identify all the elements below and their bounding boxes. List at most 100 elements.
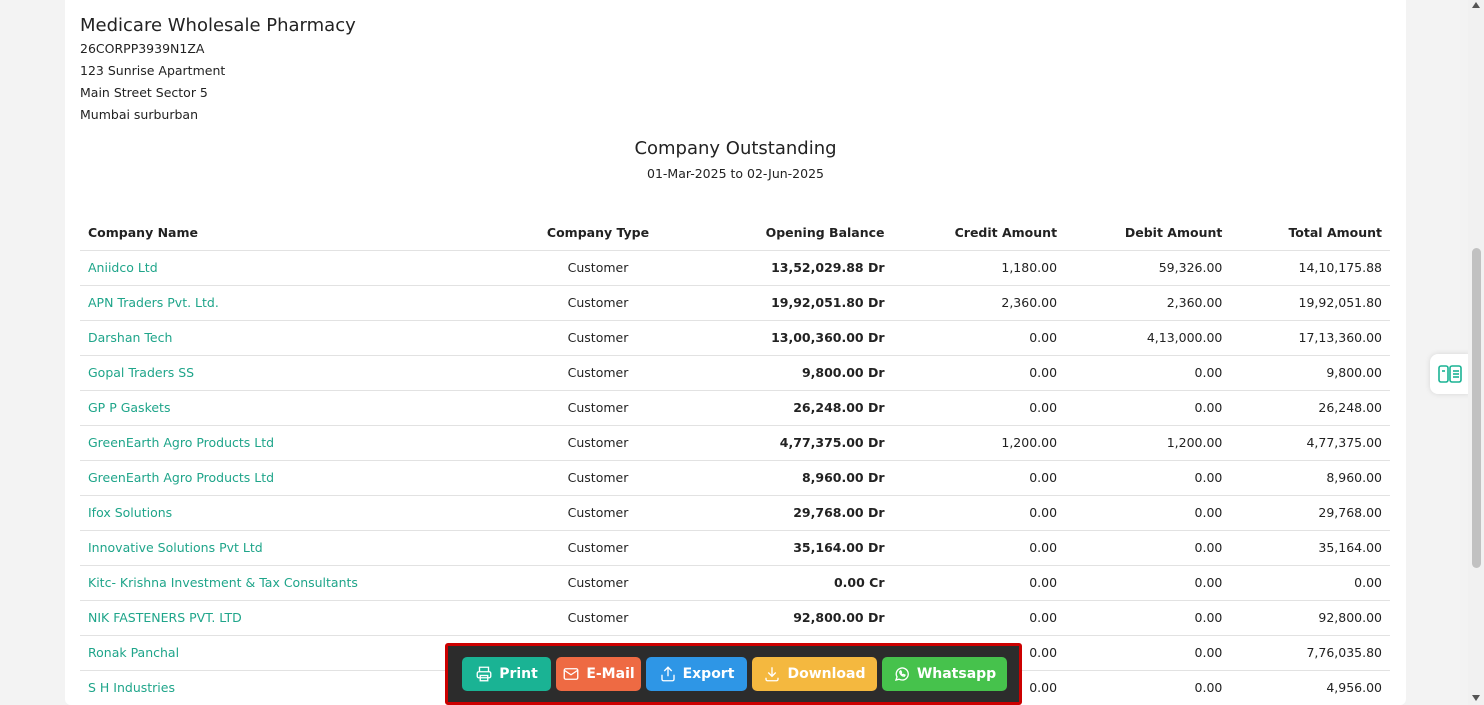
total-amount-cell: 8,960.00 [1230, 460, 1390, 496]
whatsapp-button[interactable]: Whatsapp [882, 657, 1007, 691]
company-name-link[interactable]: Ronak Panchal [88, 645, 179, 660]
company-name-link[interactable]: Gopal Traders SS [88, 365, 194, 380]
company-type-cell: Customer [500, 495, 696, 531]
company-type-cell: Customer [500, 250, 696, 286]
opening-balance-cell: 13,00,360.00 Dr [696, 320, 893, 356]
header-opening-balance: Opening Balance [696, 215, 893, 251]
report-date-range: 01-Mar-2025 to 02-Jun-2025 [647, 166, 824, 181]
total-amount-cell: 29,768.00 [1230, 495, 1390, 531]
page-scrollbar[interactable] [1468, 0, 1484, 705]
table-row: GreenEarth Agro Products Ltd Customer 8,96… [80, 460, 1390, 496]
download-button[interactable]: Download [752, 657, 877, 691]
company-name-cell: Gopal Traders SS [80, 355, 500, 391]
company-type-cell: Customer [500, 390, 696, 426]
company-name-cell: Innovative Solutions Pvt Ltd [80, 530, 500, 566]
opening-balance-cell: 19,92,051.80 Dr [696, 285, 893, 321]
credit-amount-cell: 0.00 [892, 355, 1066, 391]
opening-balance-cell: 26,248.00 Dr [696, 390, 893, 426]
company-name-link[interactable]: Innovative Solutions Pvt Ltd [88, 540, 263, 555]
company-type-cell: Customer [500, 320, 696, 356]
company-name-link[interactable]: Kitc- Krishna Investment & Tax Consultan… [88, 575, 358, 590]
debit-amount-cell: 0.00 [1065, 390, 1231, 426]
email-button[interactable]: E-Mail [556, 657, 641, 691]
opening-balance-cell: 4,77,375.00 Dr [696, 425, 893, 461]
company-name-link[interactable]: Darshan Tech [88, 330, 172, 345]
company-name-cell: APN Traders Pvt. Ltd. [80, 285, 500, 321]
company-type-cell: Customer [500, 285, 696, 321]
report-list-icon [1438, 365, 1462, 383]
export-button[interactable]: Export [646, 657, 747, 691]
company-name-link[interactable]: Ifox Solutions [88, 505, 172, 520]
credit-amount-cell: 0.00 [892, 530, 1066, 566]
credit-amount-cell: 0.00 [892, 320, 1066, 356]
table-row: Kitc- Krishna Investment & Tax Consultan… [80, 565, 1390, 601]
debit-amount-cell: 0.00 [1065, 460, 1231, 496]
company-name-link[interactable]: Aniidco Ltd [88, 260, 158, 275]
company-name-link[interactable]: GreenEarth Agro Products Ltd [88, 435, 274, 450]
total-amount-cell: 26,248.00 [1230, 390, 1390, 426]
debit-amount-cell: 4,13,000.00 [1065, 320, 1231, 356]
print-button[interactable]: Print [462, 657, 551, 691]
opening-balance-cell: 92,800.00 Dr [696, 600, 893, 636]
credit-amount-cell: 0.00 [892, 390, 1066, 426]
scroll-up-icon[interactable] [1472, 2, 1480, 8]
total-amount-cell: 19,92,051.80 [1230, 285, 1390, 321]
debit-amount-cell: 59,326.00 [1065, 250, 1231, 286]
header-credit-amount: Credit Amount [892, 215, 1066, 251]
export-label: Export [682, 666, 735, 682]
header-debit-amount: Debit Amount [1065, 215, 1231, 251]
company-address-line3: Mumbai surburban [80, 107, 199, 122]
debit-amount-cell: 0.00 [1065, 600, 1231, 636]
debit-amount-cell: 0.00 [1065, 530, 1231, 566]
print-label: Print [499, 666, 538, 682]
debit-amount-cell: 0.00 [1065, 495, 1231, 531]
total-amount-cell: 9,800.00 [1230, 355, 1390, 391]
company-name-cell: Ronak Panchal [80, 635, 500, 671]
table-row: Darshan Tech Customer 13,00,360.00 Dr 0.00 4… [80, 320, 1390, 356]
opening-balance-cell: 8,960.00 Dr [696, 460, 893, 496]
header-company-name: Company Name [80, 215, 500, 251]
debit-amount-cell: 0.00 [1065, 565, 1231, 601]
company-type-cell: Customer [500, 460, 696, 496]
total-amount-cell: 4,77,375.00 [1230, 425, 1390, 461]
credit-amount-cell: 0.00 [892, 460, 1066, 496]
credit-amount-cell: 1,180.00 [892, 250, 1066, 286]
company-name-link[interactable]: APN Traders Pvt. Ltd. [88, 295, 219, 310]
printer-icon [476, 666, 492, 682]
table-row: Aniidco Ltd Customer 13,52,029.88 Dr 1,180.… [80, 250, 1390, 286]
scroll-down-icon[interactable] [1472, 695, 1480, 701]
whatsapp-label: Whatsapp [916, 666, 997, 682]
total-amount-cell: 17,13,360.00 [1230, 320, 1390, 356]
opening-balance-cell: 9,800.00 Dr [696, 355, 893, 391]
side-report-widget[interactable] [1430, 354, 1470, 394]
table-row: GreenEarth Agro Products Ltd Customer 4,77… [80, 425, 1390, 461]
company-type-cell: Customer [500, 600, 696, 636]
scroll-thumb[interactable] [1472, 248, 1481, 568]
email-label: E-Mail [586, 666, 635, 682]
credit-amount-cell: 0.00 [892, 600, 1066, 636]
credit-amount-cell: 1,200.00 [892, 425, 1066, 461]
credit-amount-cell: 0.00 [892, 495, 1066, 531]
total-amount-cell: 0.00 [1230, 565, 1390, 601]
total-amount-cell: 92,800.00 [1230, 600, 1390, 636]
table-row: Ifox Solutions Customer 29,768.00 Dr 0.00 0.… [80, 495, 1390, 531]
company-type-cell: Customer [500, 425, 696, 461]
report-title: Company Outstanding [634, 138, 837, 159]
table-header-row: Company Name Company Type Opening Balanc… [80, 215, 1390, 251]
header-total-amount: Total Amount [1230, 215, 1390, 251]
company-name-link[interactable]: GP P Gaskets [88, 400, 170, 415]
company-name-link[interactable]: NIK FASTENERS PVT. LTD [88, 610, 242, 625]
download-icon [765, 667, 780, 682]
company-name-link[interactable]: S H Industries [88, 680, 175, 695]
table-row: NIK FASTENERS PVT. LTD Customer 92,800.00 … [80, 600, 1390, 636]
company-type-cell: Customer [500, 530, 696, 566]
credit-amount-cell: 2,360.00 [892, 285, 1066, 321]
company-name-cell: GreenEarth Agro Products Ltd [80, 425, 500, 461]
company-name-link[interactable]: GreenEarth Agro Products Ltd [88, 470, 274, 485]
download-label: Download [787, 666, 866, 682]
company-type-cell: Customer [500, 565, 696, 601]
opening-balance-cell: 29,768.00 Dr [696, 495, 893, 531]
company-name: Medicare Wholesale Pharmacy [80, 15, 356, 36]
company-name-cell: Darshan Tech [80, 320, 500, 356]
whatsapp-icon [894, 667, 909, 681]
